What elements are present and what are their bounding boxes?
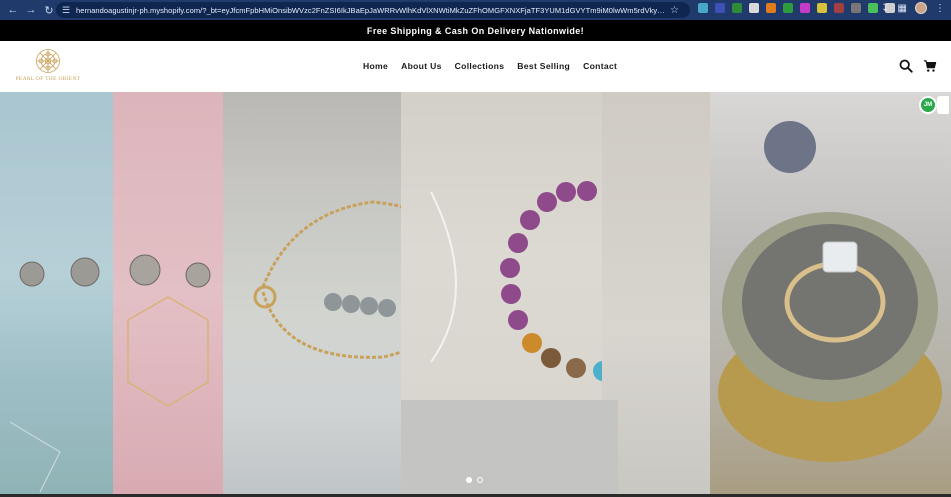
site-info-icon[interactable]: ☰ [62,5,76,16]
extension-icon[interactable] [868,3,878,13]
main-menu: Home About Us Collections Best Selling C… [363,61,617,71]
jm-extension-badge[interactable]: JM [919,96,937,114]
announcement-text: Free Shipping & Cash On Delivery Nationw… [366,25,585,36]
logo-emblem-icon [36,49,60,73]
cart-icon[interactable] [923,59,937,73]
hero-panel-earrings [0,92,113,497]
slideshow-pagination [466,477,483,483]
extension-icon[interactable] [817,3,827,13]
logo-text: PEARL OF THE ORIENT [15,76,81,82]
hero-panel-chain-bracelet [223,92,401,497]
menu-item-home[interactable]: Home [363,61,388,71]
address-bar[interactable]: ☰ hernandoagustinjr-ph.myshopify.com/?_b… [56,2,690,18]
chain-bracelet-image [253,200,401,359]
back-icon[interactable]: ← [4,1,22,19]
download-icon[interactable]: ↧ [881,3,889,14]
extensions-menu-icon[interactable]: ▦ [898,3,907,14]
url-text[interactable]: hernandoagustinjr-ph.myshopify.com/?_bt=… [76,6,666,15]
more-menu-icon[interactable]: ⋮ [935,3,945,14]
store-logo[interactable]: PEARL OF THE ORIENT [14,48,82,86]
site-header: PEARL OF THE ORIENT Home About Us Collec… [0,41,951,92]
hero-panel-accent [602,92,710,497]
hero-panel-ring-box [710,92,951,497]
menu-item-contact[interactable]: Contact [583,61,617,71]
menu-item-collections[interactable]: Collections [455,61,505,71]
header-icons [899,59,937,73]
forward-icon[interactable]: → [22,1,40,19]
browser-actions: ↧ ▦ ⋮ [881,2,945,14]
browser-toolbar: ← → ↻ ☰ hernandoagustinjr-ph.myshopify.c… [0,0,951,20]
extension-icon[interactable] [715,3,725,13]
ring-box-image [718,121,942,462]
extension-side-tab[interactable] [937,96,949,114]
menu-item-about-us[interactable]: About Us [401,61,442,71]
hero-bottom-strip [401,400,618,497]
extension-icon[interactable] [749,3,759,13]
profile-avatar[interactable] [915,2,927,14]
hexagon-pendant-image [127,254,211,407]
slide-dot-2[interactable] [477,477,483,483]
extensions-row [698,3,895,13]
extension-icon[interactable] [800,3,810,13]
slide-dot-1[interactable] [466,477,472,483]
extension-icon[interactable] [783,3,793,13]
hero-slideshow[interactable]: JM [0,92,951,497]
extension-icon[interactable] [698,3,708,13]
menu-item-best-selling[interactable]: Best Selling [517,61,570,71]
extension-icon[interactable] [851,3,861,13]
bookmark-star-icon[interactable]: ☆ [670,5,679,16]
extension-icon[interactable] [834,3,844,13]
extension-icon[interactable] [766,3,776,13]
search-icon[interactable] [899,59,913,73]
extension-icon[interactable] [732,3,742,13]
hero-panel-hexagon [113,92,223,497]
announcement-bar: Free Shipping & Cash On Delivery Nationw… [0,20,951,41]
earrings-image [9,257,100,493]
